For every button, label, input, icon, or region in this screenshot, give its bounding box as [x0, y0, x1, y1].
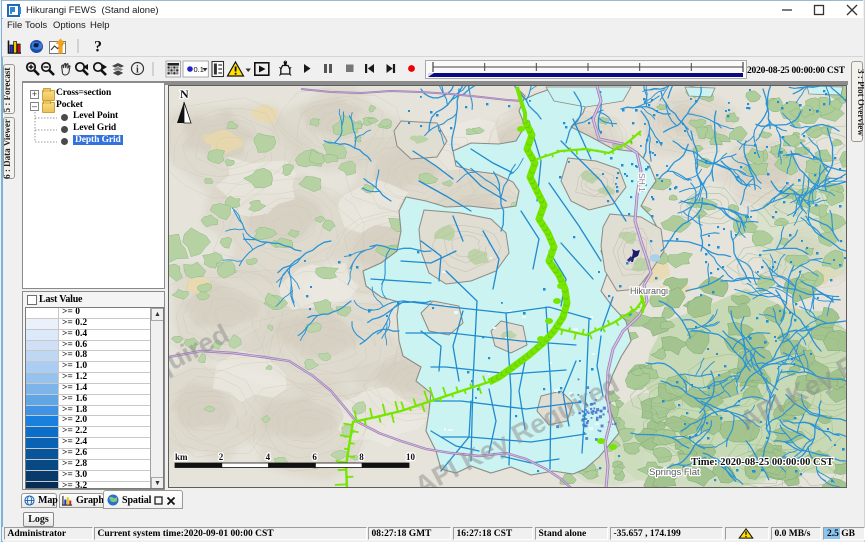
- svg-text:6: 6: [312, 452, 317, 462]
- svg-text:4: 4: [266, 452, 271, 462]
- svg-text:km: km: [175, 452, 188, 462]
- svg-text:Time: 2020-08-25 00:00:00 CST: Time: 2020-08-25 00:00:00 CST: [691, 457, 833, 468]
- svg-text:8: 8: [359, 452, 364, 462]
- svg-text:3 : Plot Overview: 3 : Plot Overview: [856, 69, 864, 136]
- svg-text:10: 10: [406, 452, 416, 462]
- svg-text:0.1: 0.1: [194, 65, 204, 74]
- svg-text:2: 2: [219, 452, 224, 462]
- svg-text:6 : Data Viewer: 6 : Data Viewer: [4, 119, 12, 179]
- svg-text:SH 1: SH 1: [637, 173, 647, 192]
- svg-text:Springs Flat: Springs Flat: [649, 467, 700, 478]
- svg-text:?: ?: [94, 39, 102, 56]
- svg-text:i: i: [136, 65, 139, 76]
- svg-text:N: N: [180, 87, 189, 101]
- svg-text:5 : Forecast: 5 : Forecast: [4, 68, 12, 113]
- svg-text:Hikurangi: Hikurangi: [630, 286, 668, 296]
